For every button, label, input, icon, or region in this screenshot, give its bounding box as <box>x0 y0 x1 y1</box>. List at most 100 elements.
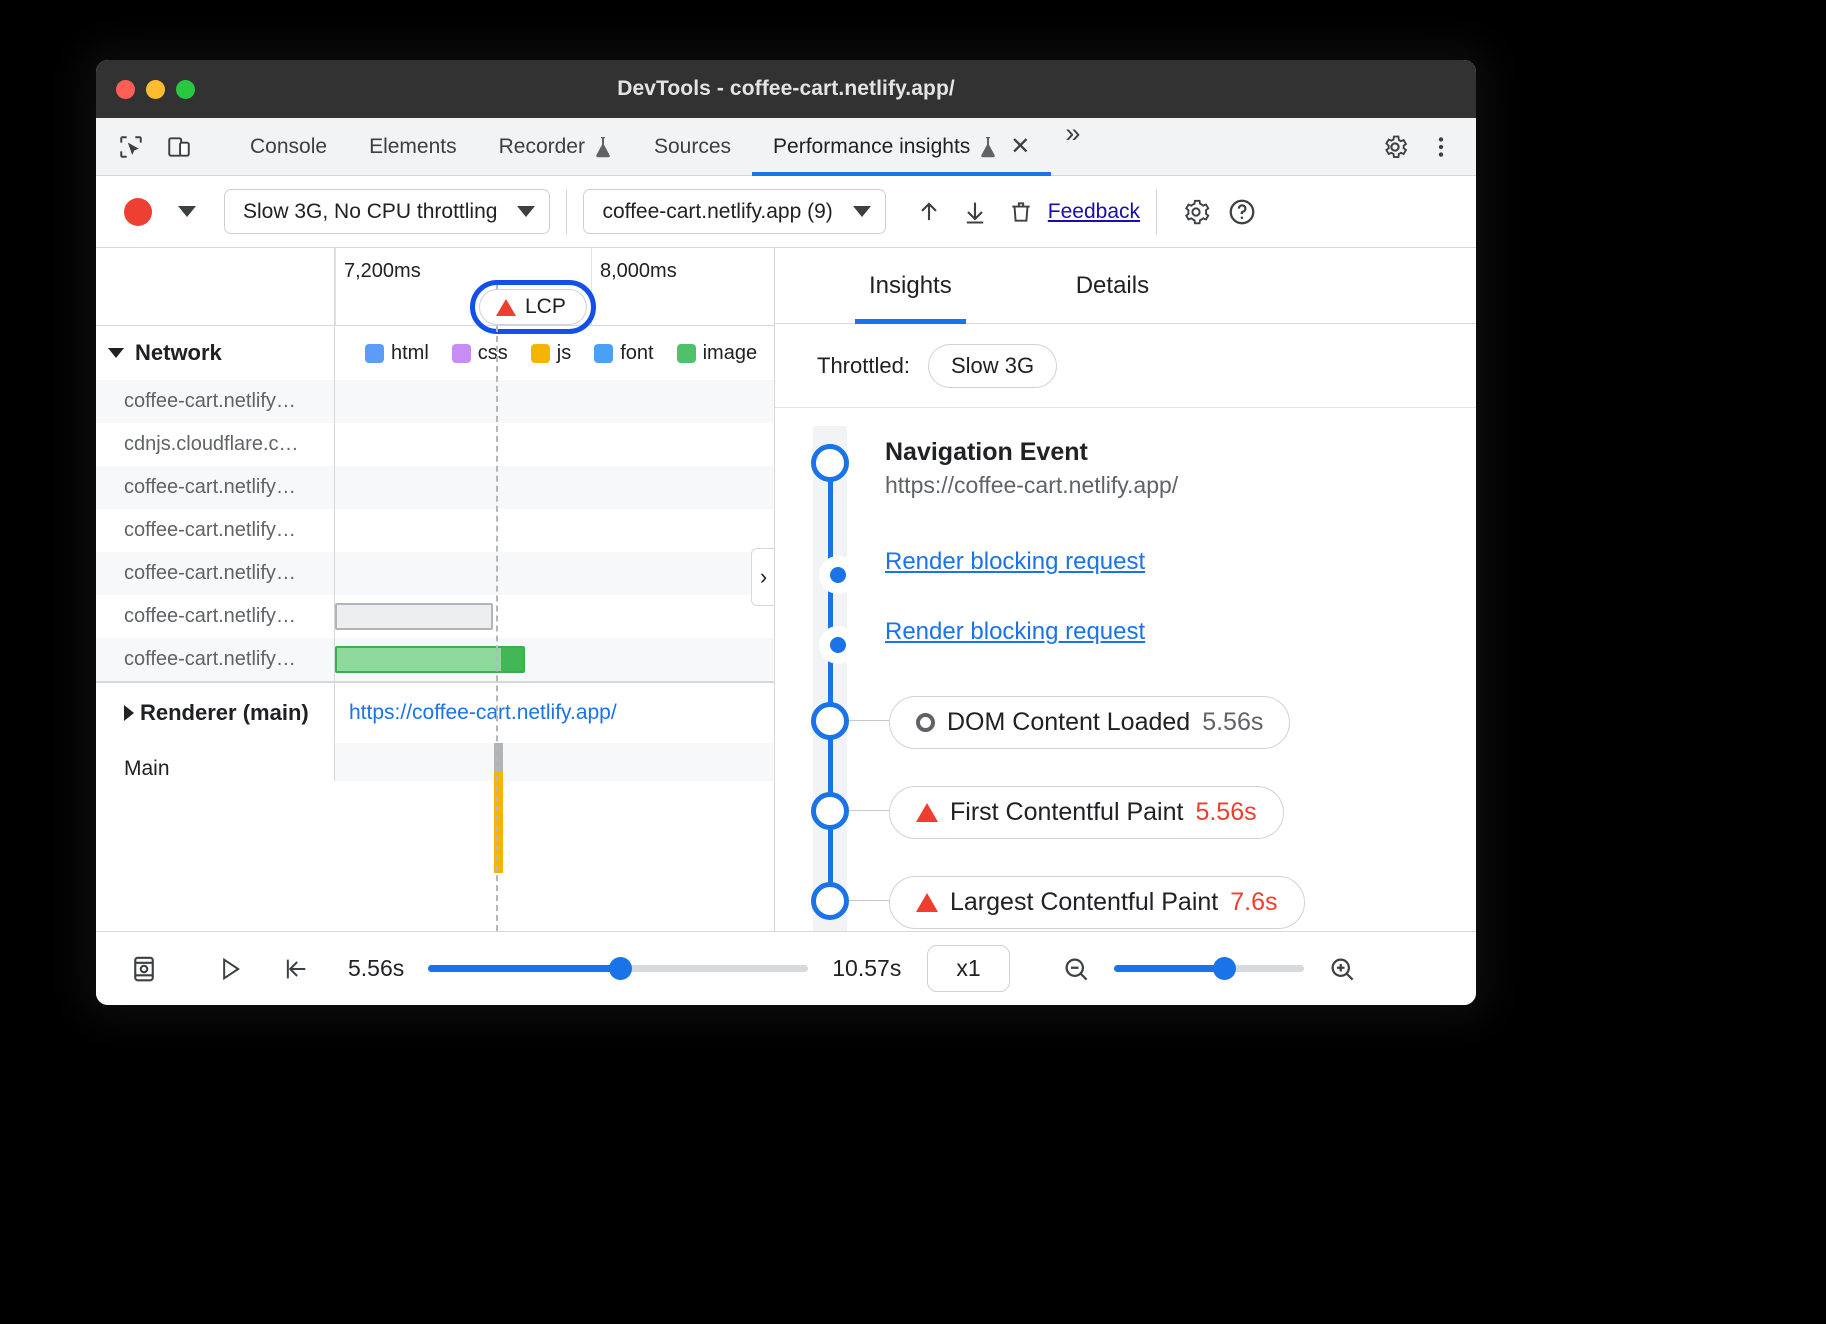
renderer-url[interactable]: https://coffee-cart.netlify.app/ <box>349 701 617 725</box>
tab-insights[interactable]: Insights <box>861 248 960 323</box>
table-row[interactable]: coffee-cart.netlify… <box>96 509 774 552</box>
tab-elements[interactable]: Elements <box>348 118 478 175</box>
table-row[interactable]: coffee-cart.netlify… <box>96 466 774 509</box>
event-navigation[interactable]: Navigation Event https://coffee-cart.net… <box>775 436 1476 548</box>
metric-chip-dcl[interactable]: DOM Content Loaded 5.56s <box>889 696 1290 749</box>
legend-swatch <box>452 344 471 363</box>
network-bar[interactable] <box>335 603 493 630</box>
record-button[interactable] <box>124 198 152 226</box>
tab-performance-insights[interactable]: Performance insights ✕ <box>752 118 1051 175</box>
close-icon[interactable]: ✕ <box>1010 135 1030 159</box>
table-row[interactable]: cdnjs.cloudflare.c… <box>96 423 774 466</box>
legend-item-image: image <box>677 342 757 365</box>
render-blocking-request-link[interactable]: Render blocking request <box>885 618 1145 645</box>
timeline-tracks: Network html css <box>96 326 774 931</box>
ruler-name-column <box>96 248 335 325</box>
tab-sources[interactable]: Sources <box>633 118 752 175</box>
insights-event-timeline: Navigation Event https://coffee-cart.net… <box>775 408 1476 931</box>
tab-label: Performance insights <box>773 135 970 159</box>
devtools-tabbar: Console Elements Recorder Sources Perfor… <box>96 118 1476 176</box>
render-blocking-request-link[interactable]: Render blocking request <box>885 548 1145 575</box>
feedback-link[interactable]: Feedback <box>1048 200 1140 224</box>
request-lane <box>335 509 774 552</box>
table-row[interactable]: coffee-cart.netlify… <box>96 595 774 638</box>
main-content: 7,200ms 8,000ms LCP Network <box>96 248 1476 931</box>
trash-icon[interactable] <box>998 189 1044 235</box>
page-select[interactable]: coffee-cart.netlify.app (9) <box>583 189 885 234</box>
legend-swatch <box>365 344 384 363</box>
throttled-label: Throttled: <box>817 353 910 379</box>
main-thread-row[interactable]: Main <box>96 743 774 781</box>
metric-chip-lcp[interactable]: Largest Contentful Paint 7.6s <box>889 876 1305 929</box>
legend-swatch <box>677 344 696 363</box>
minimize-window-button[interactable] <box>146 80 165 99</box>
close-window-button[interactable] <box>116 80 135 99</box>
filmstrip-icon[interactable] <box>118 943 170 995</box>
main-thread-flamechart[interactable] <box>335 743 774 781</box>
table-row[interactable]: coffee-cart.netlify… <box>96 552 774 595</box>
request-name: coffee-cart.netlify… <box>96 509 335 552</box>
network-bar-download-segment <box>501 648 523 671</box>
record-dropdown-icon[interactable] <box>178 206 196 217</box>
event-largest-contentful-paint[interactable]: Largest Contentful Paint 7.6s <box>775 876 1476 931</box>
time-range-slider[interactable] <box>428 957 808 981</box>
upload-icon[interactable] <box>906 189 952 235</box>
tab-label: Details <box>1076 272 1149 300</box>
network-legend-lane: html css js <box>335 326 774 380</box>
tab-label: Recorder <box>499 135 585 159</box>
jump-to-start-icon[interactable] <box>270 943 322 995</box>
main-thread-label: Main <box>96 743 335 781</box>
tab-details[interactable]: Details <box>1068 248 1157 323</box>
renderer-group-header[interactable]: Renderer (main) https://coffee-cart.netl… <box>96 681 774 743</box>
node-connector <box>849 720 889 721</box>
renderer-group-label: Renderer (main) <box>140 700 309 726</box>
request-name: cdnjs.cloudflare.c… <box>96 423 335 466</box>
metric-value: 7.6s <box>1230 888 1277 917</box>
device-toggle-icon[interactable] <box>158 126 200 168</box>
timeline-bottom-toolbar: 5.56s 10.57s x1 <box>96 931 1476 1005</box>
throttling-select[interactable]: Slow 3G, No CPU throttling <box>224 189 550 234</box>
zoom-out-icon[interactable] <box>1050 943 1102 995</box>
maximize-window-button[interactable] <box>176 80 195 99</box>
trace-end-time: 10.57s <box>832 955 901 982</box>
playback-speed-button[interactable]: x1 <box>927 945 1009 992</box>
sidebar-collapse-handle[interactable]: › <box>751 548 775 606</box>
timeline-node <box>819 556 857 594</box>
more-tabs-button[interactable]: » <box>1051 118 1094 175</box>
tab-label: Elements <box>369 135 457 159</box>
renderer-group-name: Renderer (main) <box>96 683 335 743</box>
event-dom-content-loaded[interactable]: DOM Content Loaded 5.56s <box>775 696 1476 786</box>
table-row[interactable]: coffee-cart.netlify… <box>96 638 774 681</box>
event-first-contentful-paint[interactable]: First Contentful Paint 5.56s <box>775 786 1476 876</box>
table-row[interactable]: coffee-cart.netlify… <box>96 380 774 423</box>
tab-recorder[interactable]: Recorder <box>478 118 633 175</box>
throttled-value-chip[interactable]: Slow 3G <box>928 344 1057 388</box>
network-group-header[interactable]: Network html css <box>96 326 774 380</box>
timeline-node <box>819 626 857 664</box>
tick-line <box>335 248 336 325</box>
tab-console[interactable]: Console <box>229 118 348 175</box>
metric-chip-fcp[interactable]: First Contentful Paint 5.56s <box>889 786 1284 839</box>
tab-label: Console <box>250 135 327 159</box>
network-group-label: Network <box>135 340 222 366</box>
play-icon[interactable] <box>204 943 256 995</box>
event-render-blocking-1[interactable]: Render blocking request <box>775 548 1476 618</box>
insights-pane: Insights Details Throttled: Slow 3G Navi… <box>775 248 1476 931</box>
lcp-marker[interactable]: LCP <box>479 289 587 325</box>
request-name: coffee-cart.netlify… <box>96 552 335 595</box>
request-lane <box>335 638 774 681</box>
request-name: coffee-cart.netlify… <box>96 595 335 638</box>
event-render-blocking-2[interactable]: Render blocking request <box>775 618 1476 696</box>
insights-tabbar: Insights Details <box>775 248 1476 324</box>
zoom-slider[interactable] <box>1114 957 1304 981</box>
kebab-menu-icon[interactable] <box>1420 126 1462 168</box>
inspect-icon[interactable] <box>110 126 152 168</box>
download-icon[interactable] <box>952 189 998 235</box>
request-name: coffee-cart.netlify… <box>96 380 335 423</box>
controlbar-divider-2 <box>1156 190 1157 234</box>
red-triangle-icon <box>916 803 938 822</box>
gear-icon[interactable] <box>1173 189 1219 235</box>
gear-icon[interactable] <box>1374 126 1416 168</box>
help-circle-icon[interactable] <box>1219 189 1265 235</box>
zoom-in-icon[interactable] <box>1316 943 1368 995</box>
